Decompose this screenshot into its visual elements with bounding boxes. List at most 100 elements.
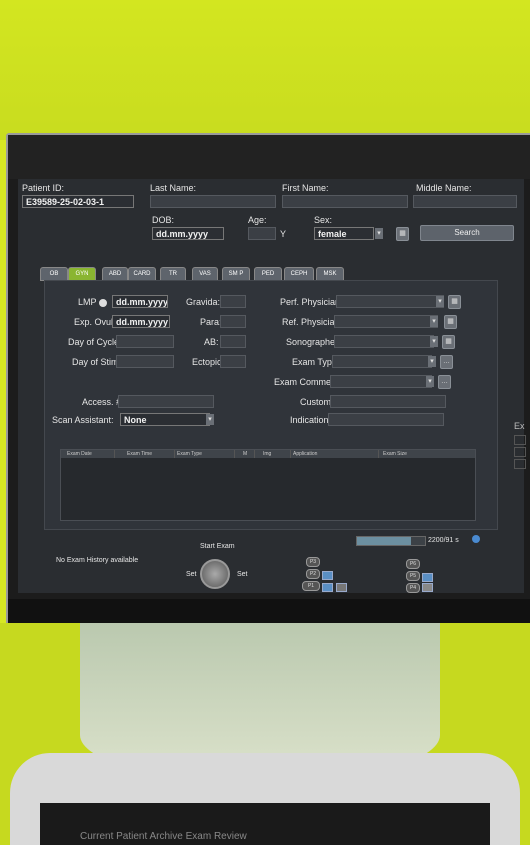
patient-entry-screen: Patient ID: E39589-25-02-03-1 Last Name:… [18, 179, 526, 593]
age-label: Age: [248, 215, 267, 225]
ectopic-field[interactable] [220, 355, 246, 368]
scan-assistant-label: Scan Assistant: [52, 415, 114, 425]
column-exam-time[interactable]: Exam Time [115, 450, 175, 458]
chevron-down-icon[interactable]: ▾ [430, 336, 438, 347]
start-exam-label: Start Exam [200, 543, 235, 550]
lower-background: Current Patient Archive Exam Review [0, 623, 530, 845]
first-name-label: First Name: [282, 183, 329, 193]
dob-label: DOB: [152, 215, 175, 225]
sex-select[interactable]: female [314, 227, 374, 240]
network-icon [472, 535, 480, 543]
last-name-label: Last Name: [150, 183, 197, 193]
exp-ovul-field[interactable]: dd.mm.yyyy [112, 315, 170, 328]
day-of-stim-field[interactable] [116, 355, 174, 368]
column-img[interactable]: Img [255, 450, 291, 458]
lmp-label: LMP [78, 297, 110, 307]
p4-key[interactable]: P4 [406, 583, 420, 593]
patient-id-field[interactable]: E39589-25-02-03-1 [22, 195, 134, 208]
p3-key[interactable]: P3 [306, 557, 320, 567]
column-m[interactable]: M [235, 450, 255, 458]
chevron-down-icon[interactable]: ▾ [428, 356, 436, 367]
chevron-down-icon[interactable]: ▾ [426, 376, 434, 387]
perf-physician-label: Perf. Physician: [280, 297, 343, 307]
user-icon [422, 583, 433, 592]
age-unit: Y [280, 229, 287, 239]
physician-list-icon[interactable]: ▦ [444, 315, 457, 329]
age-field[interactable] [248, 227, 276, 240]
chevron-down-icon[interactable]: ▾ [206, 414, 214, 425]
sonographer-select[interactable] [334, 335, 434, 348]
storage-text: 2200/91 s [428, 537, 459, 544]
exam-history-table: Exam Date Exam Time Exam Type M Img Appl… [60, 449, 476, 521]
exam-type-select[interactable] [332, 355, 432, 368]
indication-label: Indication: [290, 415, 332, 425]
gravida-field[interactable] [220, 295, 246, 308]
p5-key[interactable]: P5 [406, 571, 420, 581]
chevron-down-icon[interactable]: ▾ [375, 228, 383, 239]
p6-key[interactable]: P6 [406, 559, 420, 569]
monitor: Patient ID: E39589-25-02-03-1 Last Name:… [6, 133, 530, 627]
tab-gyn[interactable]: GYN [68, 267, 96, 281]
middle-name-field[interactable] [413, 195, 517, 208]
tab-ped[interactable]: PED [254, 267, 282, 281]
wall-background [0, 0, 530, 140]
last-name-field[interactable] [150, 195, 276, 208]
storage-bar [356, 536, 426, 546]
sex-label: Sex: [314, 215, 333, 225]
first-name-field[interactable] [282, 195, 408, 208]
p1-key[interactable]: P1 [302, 581, 320, 591]
p2-key[interactable]: P2 [306, 569, 320, 579]
para-field[interactable] [220, 315, 246, 328]
ab-field[interactable] [220, 335, 246, 348]
exp-ovul-label: Exp. Ovul. [74, 317, 116, 327]
tab-smp[interactable]: SM P [222, 267, 250, 281]
sonographer-list-icon[interactable]: ▦ [442, 335, 455, 349]
save-icon [322, 583, 333, 592]
column-exam-type[interactable]: Exam Type [175, 450, 235, 458]
lmp-field[interactable]: dd.mm.yyyy [112, 295, 168, 308]
custom-field[interactable] [330, 395, 446, 408]
tab-ob[interactable]: OB [40, 267, 68, 281]
patient-id-label: Patient ID: [22, 183, 65, 193]
lmp-radio-icon[interactable] [98, 298, 107, 307]
print-icon [336, 583, 347, 592]
side-panel-box [514, 459, 526, 469]
more-icon[interactable]: … [438, 375, 451, 389]
perf-physician-select[interactable] [336, 295, 444, 308]
tab-ceph[interactable]: CEPH [284, 267, 314, 281]
scan-assistant-select[interactable]: None [120, 413, 210, 426]
day-of-cycle-label: Day of Cycle [68, 337, 120, 347]
day-of-cycle-field[interactable] [116, 335, 174, 348]
tab-tr[interactable]: TR [160, 267, 186, 281]
tab-msk[interactable]: MSK [316, 267, 344, 281]
middle-name-label: Middle Name: [416, 183, 472, 193]
gravida-label: Gravida: [186, 297, 221, 307]
indication-field[interactable] [328, 413, 444, 426]
trackball-icon[interactable] [200, 559, 230, 589]
ref-physician-select[interactable] [334, 315, 438, 328]
patient-list-icon[interactable]: ▦ [396, 227, 409, 241]
column-exam-date[interactable]: Exam Date [61, 450, 115, 458]
ab-label: AB: [204, 337, 219, 347]
dob-field[interactable]: dd.mm.yyyy [152, 227, 224, 240]
tab-vas[interactable]: VAS [192, 267, 218, 281]
tab-card[interactable]: CARD [128, 267, 156, 281]
chevron-down-icon[interactable]: ▾ [430, 316, 438, 327]
side-panel-box [514, 447, 526, 457]
no-exam-history-text: No Exam History available [56, 557, 139, 564]
column-application[interactable]: Application [291, 450, 379, 458]
monitor-bezel-bottom [8, 599, 530, 625]
access-field[interactable] [118, 395, 214, 408]
more-icon[interactable]: … [440, 355, 453, 369]
tab-abd[interactable]: ABD [102, 267, 128, 281]
column-exam-size[interactable]: Exam Size [379, 450, 475, 458]
physician-list-icon[interactable]: ▦ [448, 295, 461, 309]
exam-comment-select[interactable] [330, 375, 432, 388]
save-icon [322, 571, 333, 580]
search-button[interactable]: Search [420, 225, 514, 241]
touch-panel-text: Current Patient Archive Exam Review [80, 831, 247, 842]
side-panel-box [514, 435, 526, 445]
custom-label: Custom: [300, 397, 334, 407]
sonographer-label: Sonographer: [286, 337, 341, 347]
chevron-down-icon[interactable]: ▾ [436, 296, 444, 307]
